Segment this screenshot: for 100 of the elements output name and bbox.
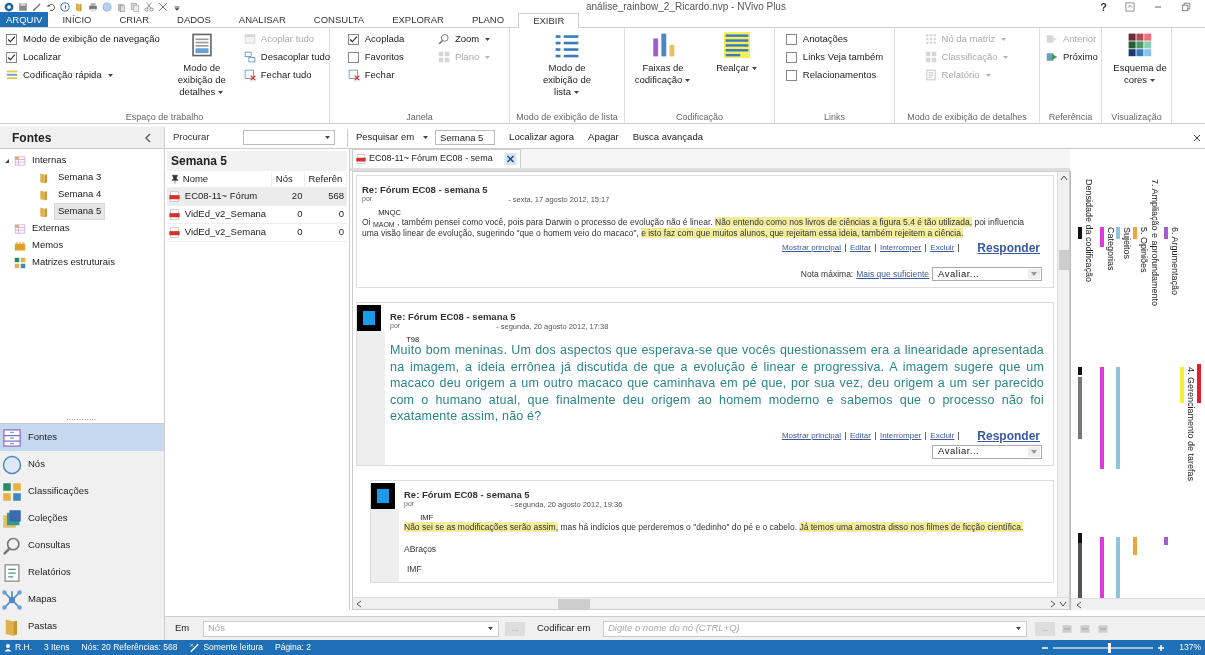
ribbon-button[interactable]: Desacoplar tudo bbox=[243, 48, 330, 66]
action-link[interactable]: Excluir bbox=[930, 242, 955, 254]
ribbon-button[interactable]: Próximo bbox=[1046, 48, 1098, 66]
save-icon[interactable] bbox=[18, 1, 28, 12]
nav-section-button[interactable]: Coleções bbox=[0, 505, 164, 532]
ribbon-button[interactable]: Codificação rápida bbox=[6, 66, 160, 84]
scope-field[interactable]: Semana 5 bbox=[435, 130, 496, 145]
ribbon-tab[interactable]: PLANO bbox=[457, 12, 519, 27]
rating-dropdown[interactable]: Avaliar... bbox=[932, 267, 1042, 281]
ribbon-tab[interactable]: DADOS bbox=[163, 12, 225, 27]
checkbox[interactable] bbox=[347, 51, 359, 63]
scroll-right-icon[interactable] bbox=[1049, 599, 1057, 608]
reply-link[interactable]: Responder bbox=[977, 426, 1040, 445]
ribbon-tab[interactable]: ARQUIV bbox=[0, 12, 49, 27]
pencil-icon[interactable] bbox=[32, 1, 42, 12]
close-icon[interactable] bbox=[158, 1, 168, 12]
scroll-left-icon[interactable] bbox=[1075, 600, 1083, 609]
nav-section-button[interactable]: Fontes bbox=[0, 424, 164, 451]
ribbon-tab[interactable]: EXIBIR bbox=[518, 13, 580, 28]
action-link[interactable]: Mostrar principal bbox=[781, 429, 842, 442]
restore-icon[interactable] bbox=[1181, 1, 1191, 12]
checkbox[interactable] bbox=[347, 33, 359, 45]
checkbox[interactable] bbox=[6, 33, 17, 45]
scroll-thumb[interactable] bbox=[558, 598, 590, 609]
list-row[interactable]: VidEd_v2_Semana 0 0 bbox=[167, 206, 347, 224]
horizontal-scrollbar[interactable] bbox=[353, 597, 1069, 609]
column-header[interactable]: Referên bbox=[305, 171, 347, 187]
nav-section-button[interactable]: Relatórios bbox=[0, 559, 164, 586]
action-link[interactable]: Mostrar principal bbox=[781, 242, 842, 254]
action-link[interactable]: Editar bbox=[850, 242, 871, 254]
search-action-button[interactable]: Busca avançada bbox=[632, 130, 703, 145]
ribbon-display-icon[interactable] bbox=[1125, 1, 1135, 12]
tree-item[interactable]: Externas bbox=[30, 221, 72, 236]
list-row[interactable]: EC08-11~ Fórum 20 568 bbox=[167, 188, 347, 206]
action-link[interactable]: Excluir bbox=[930, 429, 955, 442]
ribbon-tab[interactable]: CONSULTA bbox=[299, 12, 379, 27]
rating-link[interactable]: Mais que suficiente bbox=[856, 267, 929, 281]
ribbon-button[interactable]: Fechar tudo bbox=[243, 66, 330, 84]
scope-dropdown[interactable]: Pesquisar em bbox=[356, 130, 430, 145]
rating-dropdown[interactable]: Avaliar... bbox=[932, 444, 1042, 459]
close-icon[interactable] bbox=[503, 153, 517, 165]
action-link[interactable]: Interromper bbox=[879, 242, 922, 254]
column-header[interactable]: Nós bbox=[271, 171, 306, 187]
folder-icon[interactable] bbox=[74, 1, 84, 12]
ribbon-large-button[interactable]: Esquema de cores bbox=[1108, 30, 1172, 86]
print-icon[interactable] bbox=[88, 1, 98, 12]
column-header[interactable]: Nome bbox=[182, 171, 272, 187]
action-link[interactable]: Interromper bbox=[879, 429, 922, 442]
scroll-thumb[interactable] bbox=[1058, 250, 1069, 270]
ribbon-tab[interactable]: CRIAR bbox=[105, 12, 164, 27]
ribbon-large-button[interactable]: Realçar bbox=[705, 30, 769, 74]
tree-item[interactable]: Matrizes estruturais bbox=[30, 255, 117, 270]
ribbon-tab[interactable]: ANALISAR bbox=[224, 12, 300, 27]
undo-icon[interactable] bbox=[46, 1, 56, 12]
copy-icon[interactable] bbox=[130, 1, 140, 12]
ribbon-large-button[interactable]: Modo de exibição de lista bbox=[535, 30, 599, 98]
nav-section-button[interactable]: Consultas bbox=[0, 532, 164, 559]
splitter-grip-icon[interactable] bbox=[67, 418, 97, 421]
checkbox[interactable] bbox=[785, 33, 797, 45]
nav-section-button[interactable]: Classificações bbox=[0, 478, 164, 505]
cut-icon[interactable] bbox=[144, 1, 154, 12]
collapse-icon[interactable] bbox=[144, 132, 152, 143]
close-icon[interactable] bbox=[1193, 133, 1201, 142]
tree-item[interactable]: Semana 5 bbox=[54, 203, 106, 220]
scroll-down-icon[interactable] bbox=[1059, 599, 1067, 608]
tree-item[interactable]: Semana 3 bbox=[54, 169, 106, 186]
ribbon-large-button[interactable]: Faixas de codificação bbox=[631, 30, 695, 86]
checkbox[interactable] bbox=[785, 69, 797, 81]
expand-arrow-icon[interactable] bbox=[4, 157, 10, 164]
vertical-scrollbar[interactable] bbox=[1057, 172, 1069, 597]
help-button[interactable]: ? bbox=[1100, 0, 1107, 13]
ribbon-tab[interactable]: EXPLORAR bbox=[378, 12, 458, 27]
app-logo-icon[interactable] bbox=[4, 1, 14, 12]
paste-icon[interactable] bbox=[116, 1, 126, 12]
scroll-left-icon[interactable] bbox=[355, 599, 363, 608]
nav-section-button[interactable]: Mapas bbox=[0, 586, 164, 613]
search-action-button[interactable]: Apagar bbox=[588, 130, 619, 145]
ribbon-large-button[interactable]: Modo de exibição de detalhes bbox=[169, 30, 234, 98]
document-tab[interactable]: EC08-11~ Fórum EC08 - sema bbox=[352, 149, 521, 168]
compass-icon[interactable] bbox=[60, 1, 70, 12]
search-dropdown[interactable] bbox=[243, 130, 335, 145]
nav-section-button[interactable]: Pastas bbox=[0, 613, 164, 640]
tree-item[interactable]: Memos bbox=[30, 238, 66, 253]
checkbox[interactable] bbox=[785, 51, 797, 63]
search-action-button[interactable]: Localizar agora bbox=[509, 130, 575, 145]
ribbon-tab[interactable]: INÍCIO bbox=[48, 12, 106, 27]
nav-section-button[interactable]: Nós bbox=[0, 451, 164, 478]
action-link[interactable]: Editar bbox=[850, 429, 871, 442]
horizontal-scrollbar[interactable] bbox=[1071, 598, 1205, 610]
reply-link[interactable]: Responder bbox=[977, 239, 1040, 257]
checkbox[interactable] bbox=[6, 51, 17, 63]
zoom-slider-thumb[interactable] bbox=[1108, 642, 1112, 653]
ribbon-button[interactable]: Zoom bbox=[437, 30, 492, 48]
tree-item[interactable]: Semana 4 bbox=[54, 186, 106, 203]
list-row[interactable]: VidEd_v2_Semana 0 0 bbox=[167, 224, 347, 242]
tree-item[interactable]: Internas bbox=[30, 153, 69, 168]
circle-icon[interactable] bbox=[102, 1, 112, 12]
ribbon-button[interactable]: Fechar bbox=[347, 66, 405, 84]
scroll-up-icon[interactable] bbox=[1059, 174, 1068, 182]
zoom-in-icon[interactable] bbox=[1157, 643, 1166, 652]
